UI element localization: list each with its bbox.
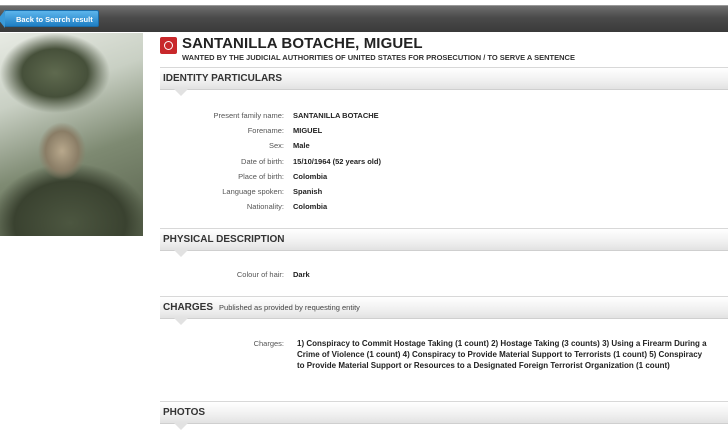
value-colour-of-hair: Dark — [293, 270, 310, 279]
section-charges: CHARGES Published as provided by requesti… — [160, 296, 728, 325]
section-notch — [174, 250, 188, 257]
person-name: SANTANILLA BOTACHE, MIGUEL — [182, 35, 423, 52]
label-place-of-birth: Place of birth: — [238, 172, 284, 181]
section-identity-particulars: IDENTITY PARTICULARS — [160, 67, 728, 96]
section-title: CHARGES Published as provided by requesti… — [163, 302, 360, 313]
label-nationality: Nationality: — [246, 202, 284, 211]
value-place-of-birth: Colombia — [293, 172, 328, 181]
label-date-of-birth: Date of birth: — [241, 157, 284, 166]
wanted-by-text: WANTED BY THE JUDICIAL AUTHORITIES OF UN… — [182, 53, 575, 62]
value-forename: MIGUEL — [293, 126, 323, 135]
label-sex: Sex: — [268, 141, 284, 150]
label-colour-of-hair: Colour of hair: — [236, 270, 284, 279]
value-nationality: Colombia — [293, 202, 328, 211]
value-date-of-birth: 15/10/1964 (52 years old) — [293, 157, 381, 166]
section-physical-description: PHYSICAL DESCRIPTION — [160, 228, 728, 257]
charges-title: CHARGES — [163, 302, 214, 313]
back-to-search-button[interactable]: Back to Search result — [0, 10, 99, 28]
section-title: PHOTOS — [163, 407, 206, 418]
value-charges: 1) Conspiracy to Commit Hostage Taking (… — [297, 339, 707, 371]
label-forename: Forename: — [247, 126, 284, 135]
person-photo — [0, 33, 143, 236]
label-charges: Charges: — [253, 339, 284, 348]
section-title: IDENTITY PARTICULARS — [163, 73, 283, 84]
label-language-spoken: Language spoken: — [222, 187, 284, 196]
section-title: PHYSICAL DESCRIPTION — [163, 234, 285, 245]
charges-subtitle: Published as provided by requesting enti… — [219, 303, 360, 312]
section-notch — [174, 89, 188, 96]
value-family-name: SANTANILLA BOTACHE — [293, 111, 379, 120]
label-family-name: Present family name: — [213, 111, 284, 120]
red-notice-emblem-icon — [160, 37, 177, 54]
section-notch — [174, 423, 188, 430]
value-sex: Male — [293, 141, 310, 150]
section-notch — [174, 318, 188, 325]
top-bar — [0, 5, 728, 32]
value-language-spoken: Spanish — [293, 187, 323, 196]
section-photos: PHOTOS — [160, 401, 728, 430]
